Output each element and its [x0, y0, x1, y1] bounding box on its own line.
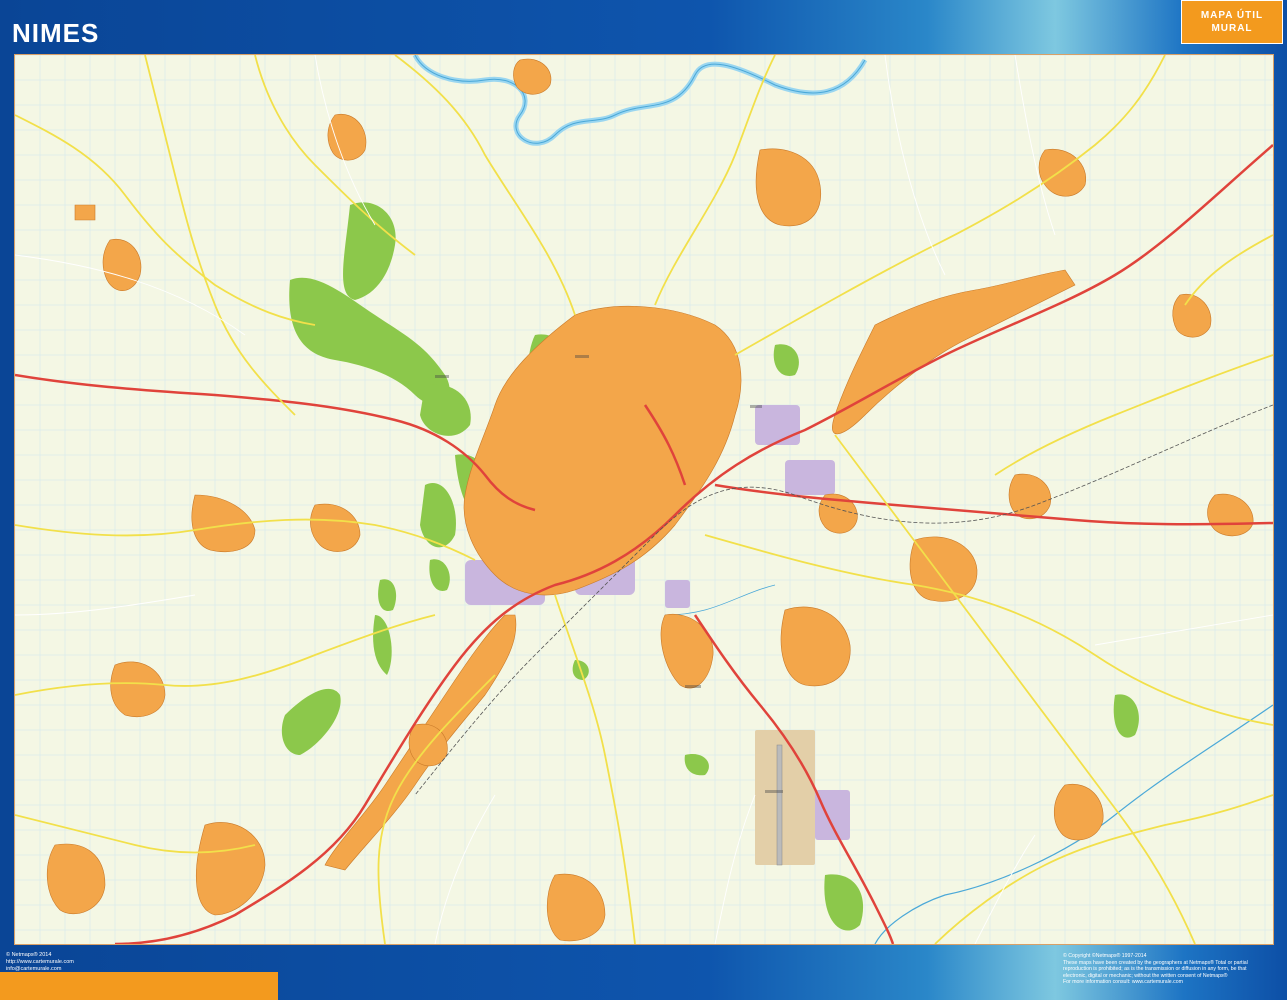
- map-canvas[interactable]: [15, 55, 1273, 944]
- footer-right-line1: © Copyright ©Netmaps® 1997-2014: [1063, 953, 1147, 959]
- footer-right: © Copyright ©Netmaps® 1997-2014 These ma…: [1063, 953, 1283, 986]
- footer-left-line1: © Netmaps® 2014: [6, 952, 52, 958]
- footer-left: © Netmaps® 2014 http://www.cartemurale.c…: [6, 952, 206, 973]
- airport-runway: [776, 744, 783, 866]
- nimes-city: [463, 305, 742, 596]
- footer-right-line3: reproduction is prohibited; as is the tr…: [1063, 966, 1247, 973]
- footer-right-line2: These maps have been created by the geog…: [1063, 959, 1248, 966]
- footer-right-line5: For more information consult: www.cartem…: [1063, 979, 1183, 986]
- urban-layer: [46, 58, 1254, 942]
- footer-left-line2[interactable]: http://www.cartemurale.com: [6, 959, 206, 966]
- street-map[interactable]: [14, 54, 1274, 945]
- footer-orange-bar: [0, 972, 278, 1000]
- footer-right-line4: electronic, digital or mechanic; without…: [1063, 972, 1228, 979]
- brand-badge-line2: MURAL: [1211, 23, 1253, 34]
- brand-badge[interactable]: MAPA ÚTIL MURAL: [1181, 0, 1283, 44]
- map-title: NIMES: [12, 18, 100, 48]
- brand-badge-line1: MAPA ÚTIL: [1200, 10, 1264, 21]
